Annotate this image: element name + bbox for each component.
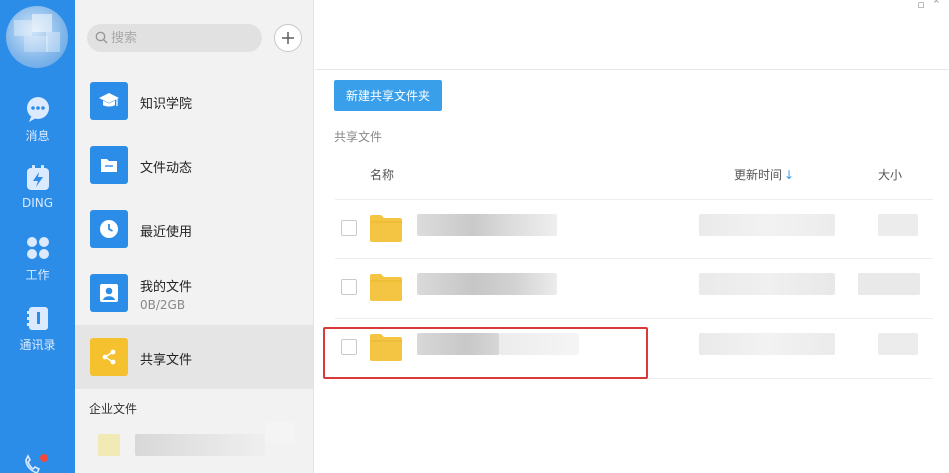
row-checkbox[interactable] <box>341 220 357 236</box>
blurred-text <box>135 434 265 456</box>
blurred-update-time <box>699 214 835 236</box>
nav-item-title: 知识学院 <box>140 97 193 112</box>
table-row[interactable] <box>335 199 933 259</box>
grid-icon <box>26 237 49 259</box>
file-category-panel: 知识学院 文件动态 最近使用 <box>75 0 314 473</box>
search-icon <box>95 31 108 44</box>
section-title: 共享文件 <box>334 130 383 144</box>
app-window: 消息 DING 工作 通讯录 搜索 知识学院 文件动态 最近使用 我的文件 0B… <box>0 0 949 473</box>
nav-item-file-activity[interactable]: 文件动态 <box>75 133 313 197</box>
nav-item-shared-files[interactable]: 共享文件 <box>75 325 313 389</box>
table-row[interactable] <box>335 319 933 379</box>
nav-tile <box>90 82 128 120</box>
folder-icon <box>370 215 402 242</box>
blurred-update-time <box>699 333 835 355</box>
column-header-name[interactable]: 名称 <box>370 166 394 183</box>
rail-item-ding[interactable]: DING <box>0 164 75 224</box>
blurred-size <box>858 273 920 295</box>
nav-item-title: 我的文件 <box>140 280 193 295</box>
row-checkbox[interactable] <box>341 339 357 355</box>
window-controls[interactable]: ▫ ⌃ <box>917 0 941 11</box>
new-shared-folder-button[interactable]: 新建共享文件夹 <box>334 80 442 111</box>
main-content: ▫ ⌃ 新建共享文件夹 共享文件 名称 更新时间 ↓ 大小 <box>315 0 949 473</box>
enterprise-file-item[interactable] <box>85 420 313 470</box>
ding-icon <box>26 165 49 190</box>
column-header-updated-label: 更新时间 <box>734 168 783 182</box>
blurred-file-name <box>417 333 499 355</box>
column-header-size[interactable]: 大小 <box>878 166 902 183</box>
clock-icon <box>100 220 118 238</box>
rail-label: DING <box>21 196 54 210</box>
rail-label: 工作 <box>25 268 50 282</box>
graduation-cap-icon <box>99 93 119 107</box>
nav-item-my-files[interactable]: 我的文件 0B/2GB <box>75 261 313 325</box>
row-checkbox[interactable] <box>341 279 357 295</box>
blurred-file-name <box>417 214 557 236</box>
chat-icon <box>26 97 49 122</box>
storage-usage: 0B/2GB <box>140 298 186 312</box>
share-icon <box>102 349 116 365</box>
divider <box>315 69 949 70</box>
search-box[interactable] <box>87 24 262 52</box>
table-row[interactable] <box>335 259 933 319</box>
nav-tile <box>90 338 128 376</box>
nav-item-title: 文件动态 <box>140 161 193 176</box>
blurred-size <box>878 214 918 236</box>
nav-item-title: 共享文件 <box>140 353 193 368</box>
blurred-thumbnail <box>98 434 120 456</box>
folder-icon <box>370 274 402 301</box>
nav-item-knowledge-academy[interactable]: 知识学院 <box>75 69 313 133</box>
left-nav-rail: 消息 DING 工作 通讯录 <box>0 0 75 473</box>
nav-tile <box>90 146 128 184</box>
rail-item-contacts[interactable]: 通讯录 <box>0 304 75 364</box>
search-input[interactable] <box>111 28 251 48</box>
contacts-icon <box>26 307 48 330</box>
nav-tile <box>90 274 128 312</box>
plus-icon <box>282 32 294 44</box>
blurred-file-name <box>499 333 579 355</box>
folder-icon <box>101 159 117 172</box>
enterprise-files-heading: 企业文件 <box>89 402 138 416</box>
rail-item-messages[interactable]: 消息 <box>0 95 75 155</box>
rail-item-work[interactable]: 工作 <box>0 234 75 294</box>
rail-label: 消息 <box>25 129 50 143</box>
blurred-file-name <box>417 273 557 295</box>
blurred-update-time <box>699 273 835 295</box>
folder-icon <box>370 334 402 361</box>
sort-down-icon: ↓ <box>784 168 795 182</box>
add-button[interactable] <box>274 24 302 52</box>
avatar[interactable] <box>6 6 68 68</box>
rail-label: 通讯录 <box>19 338 56 352</box>
nav-tile <box>90 210 128 248</box>
nav-item-title: 最近使用 <box>140 225 193 240</box>
column-header-updated[interactable]: 更新时间 ↓ <box>734 166 794 183</box>
blurred-size <box>878 333 918 355</box>
blurred-text <box>265 422 295 444</box>
person-icon <box>100 284 118 302</box>
phone-icon[interactable] <box>22 452 48 473</box>
nav-item-recently-used[interactable]: 最近使用 <box>75 197 313 261</box>
